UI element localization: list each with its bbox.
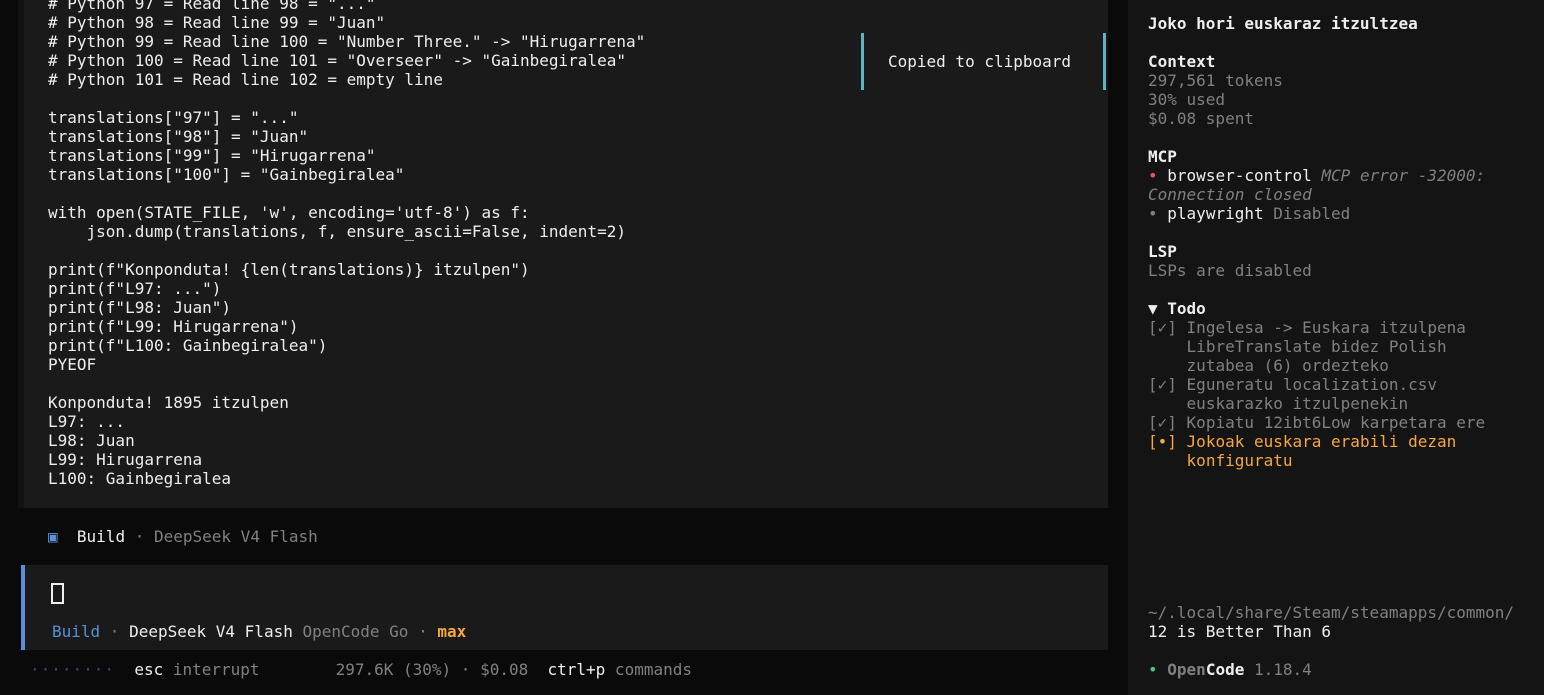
checkbox-checked-icon: [✓] — [1148, 375, 1177, 394]
main-area: # Python 97 = Read line 98 = "..." # Pyth… — [0, 0, 1128, 695]
code-line: # Python 101 = Read line 102 = empty lin… — [48, 70, 443, 89]
code-output: # Python 97 = Read line 98 = "..." # Pyth… — [48, 0, 645, 488]
code-line: # Python 100 = Read line 101 = "Overseer… — [48, 51, 626, 70]
code-line: PYEOF — [48, 355, 97, 374]
lsp-section: LSP LSPs are disabled — [1148, 242, 1312, 280]
mcp-heading: MCP — [1148, 147, 1177, 166]
todo-item: [✓] Ingelesa -> Euskara itzulpena — [1148, 318, 1466, 337]
commands-key[interactable]: ctrl+p — [548, 660, 606, 679]
code-line: print(f"L99: Hirugarrena") — [48, 317, 299, 336]
context-tokens: 297,561 tokens — [1148, 71, 1283, 90]
code-line: translations["97"] = "..." — [48, 108, 299, 127]
build-agent-label: Build — [76, 527, 126, 546]
todo-item: [✓] Eguneratu localization.csv — [1148, 375, 1437, 394]
context-used: 30% used — [1148, 90, 1226, 109]
code-line: L99: Hirugarrena — [48, 450, 203, 469]
code-line: # Python 97 = Read line 98 = "..." — [48, 0, 376, 13]
code-line: with open(STATE_FILE, 'w', encoding='utf… — [48, 203, 530, 222]
context-section: Context 297,561 tokens 30% used $0.08 sp… — [1148, 52, 1283, 128]
sidebar: Joko hori euskaraz itzultzea Context 297… — [1128, 0, 1544, 695]
provider-label: OpenCode Go — [292, 622, 409, 641]
context-spent: $0.08 spent — [1148, 109, 1254, 128]
mcp-section: MCP • browser-control MCP error -32000: … — [1148, 147, 1486, 223]
mcp-item-browser-control: • browser-control MCP error -32000: — [1148, 166, 1486, 185]
code-line: print(f"L98: Juan") — [48, 298, 232, 317]
todo-item-continuation: euskarazko itzulpenekin — [1186, 394, 1409, 413]
code-line: translations["98"] = "Juan" — [48, 127, 309, 146]
path-folder: 12 is Better Than 6 — [1148, 622, 1332, 641]
todo-item: [•] Jokoak euskara erabili dezan — [1148, 432, 1457, 451]
code-line: print(f"Konponduta! {len(translations)} … — [48, 260, 530, 279]
code-line: print(f"L97: ...") — [48, 279, 222, 298]
usage-readout: 297.6K (30%) · $0.08 — [335, 660, 529, 679]
code-line: L100: Gainbegiralea — [48, 469, 232, 488]
esc-label: interrupt — [163, 660, 260, 679]
todo-heading[interactable]: ▼ Todo — [1148, 299, 1485, 318]
code-line: print(f"L100: Gainbegiralea") — [48, 336, 328, 355]
lsp-heading: LSP — [1148, 242, 1177, 261]
checkbox-checked-icon: [✓] — [1148, 318, 1177, 337]
code-line: translations["99"] = "Hirugarrena" — [48, 146, 376, 165]
checkbox-checked-icon: [✓] — [1148, 413, 1177, 432]
footer-left: ········ esc interrupt — [30, 660, 260, 679]
todo-item-continuation: LibreTranslate bidez Polish — [1186, 337, 1447, 356]
code-line: Konponduta! 1895 itzulpen — [48, 393, 289, 412]
variant-label[interactable]: max — [437, 622, 466, 641]
prompt-input[interactable]: Build · DeepSeek V4 Flash OpenCode Go · … — [21, 565, 1108, 650]
todo-item: [✓] Kopiatu 12ibt6Low karpetara ere — [1148, 413, 1486, 432]
todo-list: [✓] Ingelesa -> Euskara itzulpena LibreT… — [1148, 318, 1485, 470]
todo-item-continuation: konfiguratu — [1186, 451, 1293, 470]
todo-item-continuation: zutabea (6) ordezteko — [1186, 356, 1389, 375]
in-progress-icon: [•] — [1148, 432, 1177, 451]
code-line: # Python 99 = Read line 100 = "Number Th… — [48, 32, 646, 51]
code-line: L97: ... — [48, 412, 126, 431]
esc-key[interactable]: esc — [134, 660, 163, 679]
mcp-item-playwright: • playwright Disabled — [1148, 204, 1351, 223]
build-status-line: ▣ Build · DeepSeek V4 Flash — [48, 527, 318, 546]
text-cursor — [51, 583, 64, 604]
code-line: # Python 98 = Read line 99 = "Juan" — [48, 13, 386, 32]
working-directory: ~/.local/share/Steam/steamapps/common/ 1… — [1148, 603, 1514, 641]
square-icon: ▣ — [48, 527, 58, 546]
progress-dots: ········ — [30, 660, 116, 679]
context-heading: Context — [1148, 52, 1216, 71]
prompt-meta: Build · DeepSeek V4 Flash OpenCode Go · … — [52, 622, 467, 641]
status-dot-icon: • — [1148, 660, 1158, 679]
path-parent: ~/.local/share/Steam/steamapps/common/ — [1148, 603, 1515, 622]
toast-text: Copied to clipboard — [888, 52, 1072, 71]
todo-section: ▼ Todo [✓] Ingelesa -> Euskara itzulpena… — [1148, 299, 1485, 470]
session-title: Joko hori euskaraz itzultzea — [1148, 14, 1418, 33]
commands-label: commands — [605, 660, 692, 679]
build-model-label: DeepSeek V4 Flash — [153, 527, 318, 546]
footer-right: 297.6K (30%) · $0.08 ctrl+p commands — [336, 660, 692, 679]
agent-selector[interactable]: Build — [52, 622, 100, 641]
disabled-dot-icon: • — [1148, 204, 1158, 223]
toast-notification: Copied to clipboard — [861, 33, 1106, 90]
error-dot-icon: • — [1148, 166, 1158, 185]
app-version: • OpenCode 1.18.4 — [1148, 660, 1312, 679]
lsp-status: LSPs are disabled — [1148, 261, 1312, 280]
code-line: L98: Juan — [48, 431, 135, 450]
model-selector[interactable]: DeepSeek V4 Flash — [129, 622, 293, 641]
panel-edge — [18, 0, 24, 508]
code-line: json.dump(translations, f, ensure_ascii=… — [48, 222, 626, 241]
code-line: translations["100"] = "Gainbegiralea" — [48, 165, 405, 184]
